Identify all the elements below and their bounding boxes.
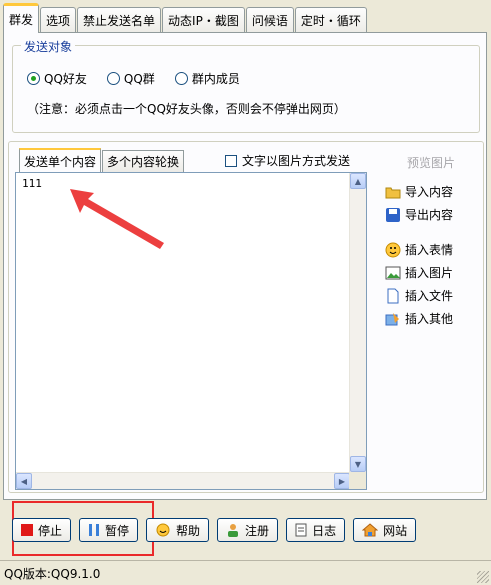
editor-vertical-scrollbar[interactable]: ▲ ▼ [349, 173, 366, 472]
folder-icon [385, 187, 401, 198]
other-icon [385, 312, 399, 325]
resize-grip[interactable] [477, 571, 489, 583]
scroll-corner [349, 472, 366, 489]
target-group-legend: 发送对象 [21, 38, 76, 55]
editor-text: 111 [22, 177, 42, 190]
status-bar: QQ版本:QQ9.1.0 [0, 560, 491, 585]
qq-version-label: QQ版本:QQ9.1.0 [4, 566, 101, 581]
radio-indicator [174, 72, 188, 85]
scroll-right-button[interactable]: ▶ [334, 473, 350, 489]
separator [385, 226, 481, 238]
log-icon [295, 523, 307, 537]
export-content-button[interactable]: 导出内容 [385, 203, 481, 226]
scroll-down-button[interactable]: ▼ [350, 456, 366, 472]
main-tabs: 群发 选项 禁止发送名单 动态IP・截图 问候语 定时・循环 [3, 3, 368, 33]
annotation-arrow [70, 189, 164, 249]
target-radios: QQ好友 QQ群 群内成员 [27, 70, 240, 87]
radio-selected-indicator [27, 72, 40, 85]
tab-schedule[interactable]: 定时・循环 [294, 7, 367, 33]
target-note: （注意：必须点击一个QQ好友头像，否则会不停弹出网页） [27, 102, 346, 116]
image-icon [385, 266, 401, 279]
import-content-button[interactable]: 导入内容 [385, 180, 481, 203]
insert-emoji-button[interactable]: 插入表情 [385, 238, 481, 261]
stop-icon [21, 524, 33, 536]
editor-horizontal-scrollbar[interactable]: ◀ ▶ [16, 472, 350, 489]
insert-image-button[interactable]: 插入图片 [385, 261, 481, 284]
log-button[interactable]: 日志 [286, 518, 346, 542]
text-as-image-checkbox[interactable]: 文字以图片方式发送 [225, 152, 350, 169]
tab-blocklist[interactable]: 禁止发送名单 [77, 7, 162, 33]
save-icon [386, 207, 400, 222]
help-icon [156, 523, 170, 537]
preview-image-link[interactable]: 预览图片 [407, 154, 455, 171]
scroll-left-button[interactable]: ◀ [16, 473, 32, 489]
content-subtabs: 发送单个内容 多个内容轮换 [19, 148, 185, 172]
insert-file-button[interactable]: 插入文件 [385, 284, 481, 307]
pause-button[interactable]: 暂停 [79, 518, 139, 542]
website-button[interactable]: 网站 [353, 518, 417, 542]
tab-broadcast[interactable]: 群发 [3, 3, 40, 33]
file-icon [387, 288, 399, 303]
radio-indicator [106, 72, 120, 85]
radio-qq-groups[interactable]: QQ群 [106, 70, 155, 87]
main-panel: 发送对象 QQ好友 QQ群 群内成员 （注意：必须点击一个QQ好友头像，否则会不… [3, 32, 487, 500]
tab-greetings[interactable]: 问候语 [245, 7, 294, 33]
side-actions: 导入内容 导出内容 插入表情 插入图片 插入文件 插入其他 [385, 180, 481, 330]
action-buttons: 停止 暂停 帮助 注册 日志 网站 [12, 518, 417, 542]
scroll-up-button[interactable]: ▲ [350, 173, 366, 189]
content-editor[interactable]: 111 ▲ ▼ ◀ ▶ [15, 172, 367, 490]
radio-group-members[interactable]: 群内成员 [174, 70, 240, 87]
radio-qq-friends[interactable]: QQ好友 [27, 70, 87, 87]
register-icon [228, 524, 239, 537]
subtab-rotate-content[interactable]: 多个内容轮换 [102, 150, 185, 172]
stop-button[interactable]: 停止 [12, 518, 72, 542]
content-group: 发送单个内容 多个内容轮换 文字以图片方式发送 预览图片 111 ▲ ▼ ◀ ▶ [8, 141, 484, 493]
target-group: 发送对象 QQ好友 QQ群 群内成员 （注意：必须点击一个QQ好友头像，否则会不… [12, 38, 480, 133]
home-icon [362, 523, 379, 537]
subtab-single-content[interactable]: 发送单个内容 [19, 148, 102, 172]
checkbox-box [225, 154, 237, 167]
tab-options[interactable]: 选项 [40, 7, 77, 33]
insert-other-button[interactable]: 插入其他 [385, 307, 481, 330]
pause-icon [89, 524, 100, 536]
help-button[interactable]: 帮助 [146, 518, 210, 542]
smiley-icon [385, 242, 401, 257]
tab-dynamic-ip[interactable]: 动态IP・截图 [162, 7, 245, 33]
register-button[interactable]: 注册 [217, 518, 279, 542]
